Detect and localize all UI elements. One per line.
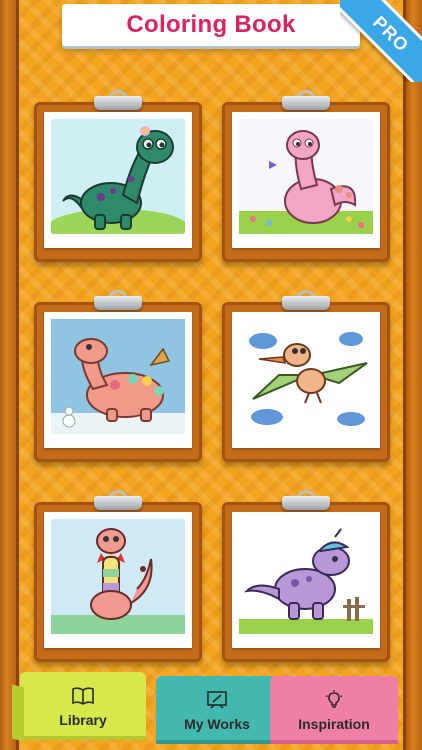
easel-icon (205, 690, 229, 710)
coloring-page-card[interactable] (34, 490, 202, 662)
tab-inspiration[interactable]: Inspiration (270, 676, 398, 744)
clipboard-clip-icon (88, 490, 148, 512)
pro-ribbon[interactable]: PRO (340, 0, 422, 82)
tab-my-works[interactable]: My Works (156, 676, 278, 744)
coloring-page-image[interactable] (51, 519, 185, 641)
tab-my-works-label: My Works (184, 716, 250, 732)
clipboard-clip-icon (276, 290, 336, 312)
coloring-page-image[interactable] (239, 319, 373, 441)
clipboard-clip-icon (276, 90, 336, 112)
pro-badge[interactable]: PRO (340, 0, 422, 82)
title-banner: Coloring Book (62, 4, 360, 46)
tab-inspiration-label: Inspiration (298, 716, 370, 732)
coloring-page-card[interactable] (34, 290, 202, 462)
coloring-page-card[interactable] (222, 90, 390, 262)
coloring-page-image[interactable] (51, 119, 185, 241)
clipboard-clip-icon (276, 490, 336, 512)
coloring-page-image[interactable] (239, 119, 373, 241)
clipboard-clip-icon (88, 290, 148, 312)
bottom-tab-bar: Library My Works Inspiration (14, 672, 408, 750)
right-wood-frame (403, 0, 422, 750)
coloring-page-card[interactable] (222, 490, 390, 662)
page-title: Coloring Book (126, 11, 296, 38)
coloring-page-image[interactable] (239, 519, 373, 641)
lightbulb-icon (322, 690, 346, 710)
tab-library-label: Library (59, 712, 107, 728)
pro-label: PRO (369, 11, 414, 56)
tab-library[interactable]: Library (20, 672, 146, 740)
clipboard-clip-icon (88, 90, 148, 112)
coloring-page-card[interactable] (34, 90, 202, 262)
coloring-page-image[interactable] (51, 319, 185, 441)
book-icon (71, 686, 95, 706)
left-wood-frame (0, 0, 19, 750)
coloring-page-card[interactable] (222, 290, 390, 462)
